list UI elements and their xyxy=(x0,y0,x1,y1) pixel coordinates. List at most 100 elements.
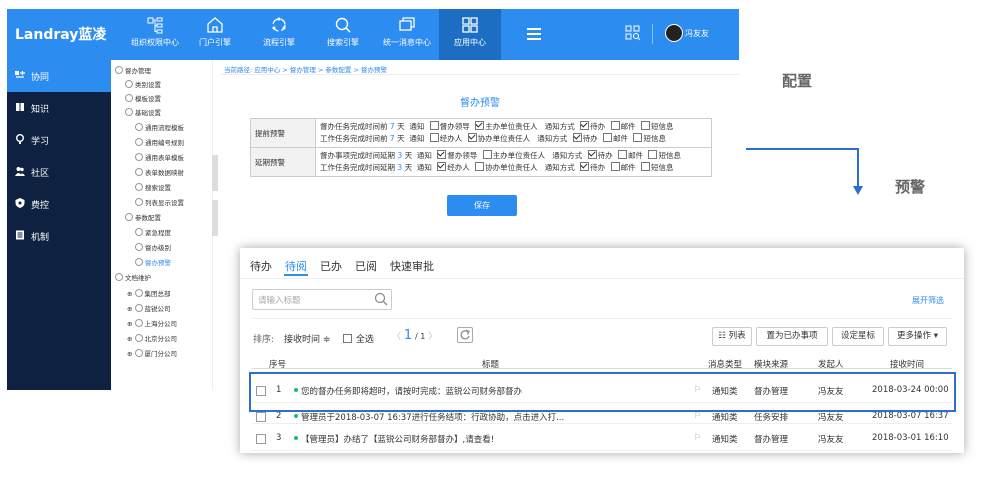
tab-done[interactable]: 已办 xyxy=(320,258,342,274)
tree-node[interactable]: ⊕ 北京分公司 xyxy=(127,333,177,343)
set-star-button[interactable]: 设定星标 xyxy=(832,327,884,346)
checkbox[interactable] xyxy=(633,133,643,142)
save-button[interactable]: 保存 xyxy=(447,195,517,216)
pager: 〈 1 / 1 〉 xyxy=(392,328,437,343)
tree-node[interactable]: 通用表单模板 xyxy=(135,152,184,162)
tab-to-read[interactable]: 待阅 xyxy=(285,258,307,274)
mark-done-button[interactable]: 置为已办事项 xyxy=(756,327,828,346)
checkbox[interactable] xyxy=(572,133,582,142)
tree-node[interactable]: 紧急程度 xyxy=(135,227,171,237)
checkbox[interactable] xyxy=(437,150,447,159)
chevron-left-icon[interactable]: 〈 xyxy=(392,332,401,342)
tree-node[interactable]: 通用流程模板 xyxy=(135,122,184,132)
row-title[interactable]: 【管理员】办结了【蓝锐公司财务部督办】,请查看! xyxy=(301,435,494,445)
tree-node[interactable]: ⊕ 集团总部 xyxy=(127,288,171,298)
checkbox[interactable] xyxy=(648,150,658,159)
people-icon xyxy=(15,167,25,176)
tree-node[interactable]: 通用编号规则 xyxy=(135,137,184,147)
days-input[interactable]: 3 xyxy=(397,163,402,172)
nav-portal[interactable]: 门户引擎 xyxy=(185,9,245,60)
tree-node[interactable]: ⊕ 上海分公司 xyxy=(127,318,177,328)
checkbox[interactable] xyxy=(618,150,628,159)
sidebar-item-knowledge[interactable]: 知识 xyxy=(7,92,111,124)
tree-node[interactable]: ⊕ 蓝锐公司 xyxy=(127,303,171,313)
tree-node[interactable]: ⊕ 厦门分公司 xyxy=(127,348,177,358)
sidebar-item-learning[interactable]: 学习 xyxy=(7,124,111,156)
tab-quick-approve[interactable]: 快速审批 xyxy=(390,258,434,274)
tree-node[interactable]: 基础设置 xyxy=(125,107,161,117)
checkbox[interactable] xyxy=(610,162,620,171)
sort-dropdown[interactable]: 接收时间 ≑ xyxy=(284,332,330,345)
nav-message-center[interactable]: 统一消息中心 xyxy=(377,9,437,60)
tree-node[interactable]: 模板设置 xyxy=(125,93,161,103)
checkbox[interactable] xyxy=(580,162,590,171)
row-checkbox[interactable] xyxy=(256,412,266,422)
splitter-handle[interactable] xyxy=(212,200,218,236)
nav-search[interactable]: 搜索引擎 xyxy=(313,9,373,60)
row-checkbox[interactable] xyxy=(256,434,266,444)
tree-node[interactable]: 参数配置 xyxy=(125,212,161,222)
col-no: 序号 xyxy=(269,360,287,370)
sidebar-item-community[interactable]: 社区 xyxy=(7,156,111,188)
user-name[interactable]: 冯友友 xyxy=(685,28,709,39)
checkbox[interactable] xyxy=(587,150,597,159)
tab-todo[interactable]: 待办 xyxy=(250,258,272,274)
warning-settings-table: 提前预警 督办任务完成时间前 7 天 通知 督办领导 主办单位责任人 通知方式 … xyxy=(250,118,712,177)
checkbox[interactable] xyxy=(437,162,447,171)
tree-node[interactable]: 表单数据映射 xyxy=(135,167,184,177)
tab-read[interactable]: 已阅 xyxy=(355,258,377,274)
tree-node[interactable]: 督办级别 xyxy=(135,242,171,252)
shield-icon xyxy=(15,198,25,208)
tree-node[interactable]: 列表显示设置 xyxy=(135,197,184,207)
col-title: 标题 xyxy=(482,360,500,370)
days-input[interactable]: 7 xyxy=(390,122,395,131)
checkbox[interactable] xyxy=(610,121,620,130)
expand-filter-link[interactable]: 展开筛选 xyxy=(912,295,944,306)
settings-line: 工作任务完成时间延期 3 天 通知 经办人 协办单位责任人 通知方式 待办 邮件… xyxy=(320,162,674,172)
list-view-button[interactable]: ☷ 列表 xyxy=(712,327,752,346)
row-title[interactable]: 管理员于2018-03-07 16:37进行任务结项：行政协助，点击进入打... xyxy=(301,413,564,423)
checkbox[interactable] xyxy=(640,121,650,130)
checkbox[interactable] xyxy=(429,121,439,130)
more-actions-button[interactable]: 更多操作 ▾ xyxy=(888,327,947,346)
sidebar-item-expense[interactable]: 费控 xyxy=(7,188,111,220)
nav-org-center[interactable]: 组织权限中心 xyxy=(125,9,185,60)
org-icon xyxy=(147,17,163,34)
splitter-handle[interactable] xyxy=(212,155,218,191)
sidebar-item-mechanism[interactable]: 机制 xyxy=(7,220,111,252)
checkbox[interactable] xyxy=(475,162,485,171)
days-input[interactable]: 7 xyxy=(390,134,395,143)
nav-flow[interactable]: 流程引擎 xyxy=(249,9,309,60)
checkbox[interactable] xyxy=(467,133,477,142)
select-all-checkbox[interactable]: 全选 xyxy=(340,332,374,345)
search-icon[interactable] xyxy=(374,292,388,306)
checkbox[interactable] xyxy=(640,162,650,171)
tree-node[interactable]: 类别设置 xyxy=(125,79,161,89)
tree-node[interactable]: 文档维护 xyxy=(115,272,151,282)
avatar[interactable] xyxy=(665,24,683,42)
current-page[interactable]: 1 xyxy=(404,328,412,343)
checkbox[interactable] xyxy=(603,133,613,142)
highlight-frame xyxy=(249,372,956,412)
divider xyxy=(240,278,964,279)
app-grid-search-icon[interactable] xyxy=(625,25,641,41)
row-header: 延期预警 xyxy=(250,147,316,177)
tree-node[interactable]: 搜索设置 xyxy=(135,182,171,192)
settings-line: 工作任务完成时间前 7 天 通知 经办人 协办单位责任人 通知方式 待办 邮件 … xyxy=(320,133,666,143)
message-icon xyxy=(399,17,415,31)
checkbox[interactable] xyxy=(475,121,485,130)
tree-node[interactable]: 督办管理 xyxy=(115,65,151,75)
row-body: 督办事项完成时间延期 3 天 通知 督办领导 主办单位责任人 通知方式 待办 邮… xyxy=(315,147,712,177)
checkbox[interactable] xyxy=(580,121,590,130)
checkbox[interactable] xyxy=(343,334,352,343)
refresh-icon[interactable] xyxy=(457,327,473,343)
checkbox[interactable] xyxy=(482,150,492,159)
nav-app-center[interactable]: 应用中心 xyxy=(439,9,501,60)
table-row[interactable]: 3 【管理员】办结了【蓝锐公司财务部督办】,请查看! ⚐ 通知类 督办管理 冯友… xyxy=(252,428,952,451)
menu-icon[interactable] xyxy=(525,25,543,43)
sidebar-item-collab[interactable]: 协同 xyxy=(7,60,111,92)
checkbox[interactable] xyxy=(429,133,439,142)
days-input[interactable]: 3 xyxy=(397,151,402,160)
chevron-right-icon[interactable]: 〉 xyxy=(428,332,437,342)
tree-node-selected[interactable]: 督办预警 xyxy=(135,257,171,267)
